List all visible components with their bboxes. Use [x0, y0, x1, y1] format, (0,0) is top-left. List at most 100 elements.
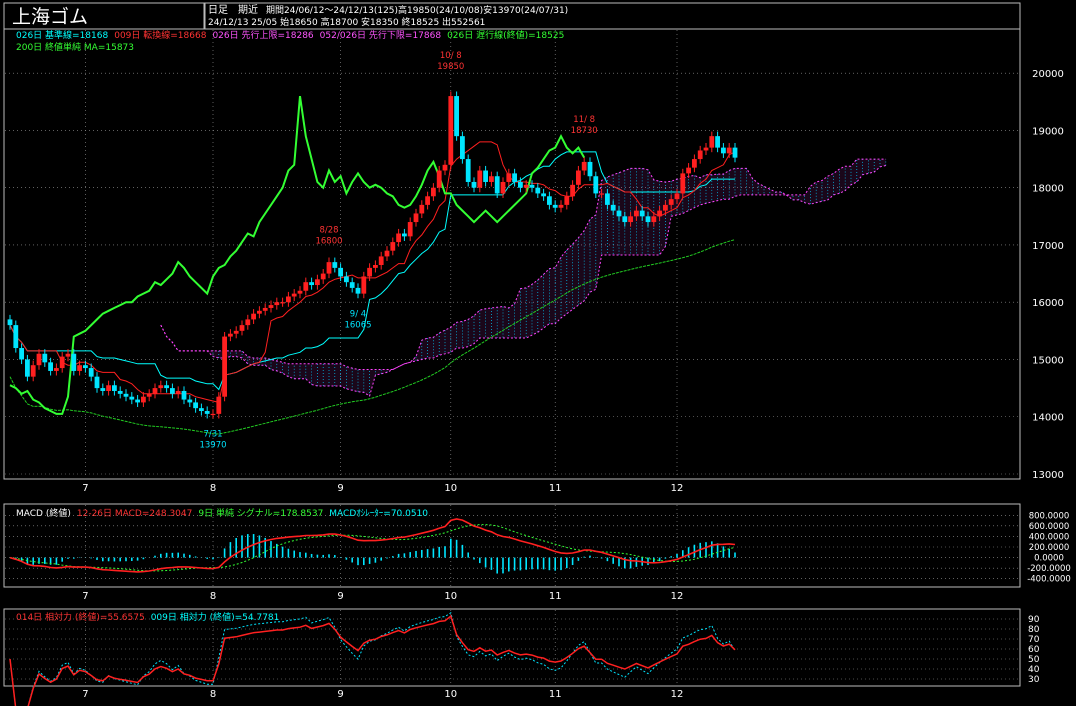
rsi-tick-label: 50 [1028, 655, 1040, 665]
candle-body [686, 167, 691, 174]
rsi-tick-label: 70 [1028, 635, 1040, 645]
candle-body [523, 184, 529, 188]
candle-body [94, 376, 100, 389]
candle-body [390, 242, 396, 251]
price-annotation: 18730 [571, 126, 598, 136]
candle-body [36, 353, 42, 366]
candle-body [477, 170, 483, 188]
main-legend-line2: 200日 終値単純 MA=15873 [16, 41, 134, 53]
price-annotation: 16800 [315, 236, 342, 246]
candle-body [7, 319, 13, 326]
candle-body [146, 393, 152, 397]
candle-body [274, 302, 280, 306]
price-annotation: 19850 [437, 62, 464, 72]
candle-body [680, 173, 686, 194]
candle-body [721, 147, 726, 154]
legend-item: 026日 基準線=18168 [16, 29, 108, 41]
candle-body [135, 399, 140, 403]
candle-body [697, 150, 703, 160]
candle-body [657, 210, 662, 217]
candle-body [639, 210, 645, 217]
candle-body [564, 196, 570, 205]
candle-body [541, 193, 546, 197]
price-annotation: 7/31 [203, 429, 222, 439]
candle-body [25, 359, 30, 377]
legend-item: MACD (終値) [16, 507, 71, 519]
candle-body [703, 147, 709, 151]
candle-body [674, 193, 680, 200]
candle-body [616, 210, 622, 217]
candle-body [54, 368, 59, 371]
candle-body [100, 388, 106, 391]
candle-body [483, 170, 488, 182]
month-tick-label: 8 [210, 591, 216, 602]
candle-body [500, 181, 506, 194]
candle-body [117, 390, 123, 394]
month-tick-label: 11 [549, 591, 562, 602]
candle-body [303, 282, 309, 291]
price-tick-label: 15000 [1032, 355, 1064, 366]
legend-item: 052/026日 先行下限=17868 [320, 29, 442, 41]
candle-body [361, 276, 367, 294]
month-tick-label: 10 [444, 483, 457, 494]
candle-body [512, 173, 517, 182]
candle-body [581, 161, 587, 171]
candle-body [42, 353, 48, 363]
candle-body [506, 173, 512, 182]
candle-body [233, 330, 239, 334]
candle-body [471, 181, 477, 188]
month-tick-label: 12 [671, 483, 684, 494]
candle-body [378, 256, 384, 265]
candle-body [384, 250, 390, 257]
candle-body [71, 353, 77, 371]
candle-body [210, 413, 216, 416]
rsi-tick-label: 80 [1028, 625, 1040, 635]
price-tick-label: 17000 [1032, 241, 1064, 252]
candle-body [373, 265, 378, 268]
candle-body [187, 399, 193, 403]
candle-body [349, 282, 355, 288]
candle-body [622, 216, 628, 223]
macd-tick-label: -400.0000 [1027, 575, 1071, 585]
rsi-tick-label: 90 [1028, 615, 1040, 625]
candle-body [454, 96, 459, 137]
month-tick-label: 9 [337, 689, 343, 700]
month-tick-label: 8 [210, 483, 216, 494]
candle-body [628, 216, 633, 223]
candle-body [175, 390, 181, 394]
candle-body [645, 216, 651, 223]
price-tick-label: 20000 [1032, 69, 1064, 80]
candle-body [651, 216, 657, 223]
candle-body [291, 293, 297, 297]
chart-canvas: 上海ゴム 日足 期近 期間24/06/12～24/12/13(125)高1985… [0, 0, 1076, 706]
contract-label: 期近 [238, 3, 258, 16]
candle-body [425, 196, 430, 205]
candle-body [257, 310, 262, 314]
price-annotation: 8/28 [319, 225, 338, 235]
candle-body [30, 365, 36, 377]
candle-body [141, 396, 146, 403]
candle-body [164, 385, 169, 389]
candle-body [344, 276, 349, 283]
candle-body [558, 204, 564, 208]
legend-item: 009日 転換線=18668 [114, 29, 206, 41]
candle-body [396, 233, 401, 243]
candle-body [692, 159, 697, 168]
candle-body [123, 393, 129, 397]
month-tick-label: 10 [444, 591, 457, 602]
candle-body [13, 325, 19, 349]
candle-body [460, 136, 465, 160]
month-tick-label: 12 [671, 591, 684, 602]
candle-body [529, 184, 535, 188]
price-tick-label: 16000 [1032, 298, 1064, 309]
candle-body [262, 307, 268, 311]
month-tick-label: 9 [337, 591, 343, 602]
legend-item: MACDｵｼﾚｰﾀｰ=70.0510 [329, 508, 428, 519]
candle-body [413, 213, 419, 223]
candle-body [547, 196, 552, 205]
candle-body [320, 273, 326, 280]
legend-item: 009日 相対力 (終値)=54.7781 [151, 611, 280, 623]
candle-body [605, 193, 610, 205]
candle-body [170, 388, 175, 394]
macd-tick-label: 600.0000 [1029, 522, 1070, 532]
